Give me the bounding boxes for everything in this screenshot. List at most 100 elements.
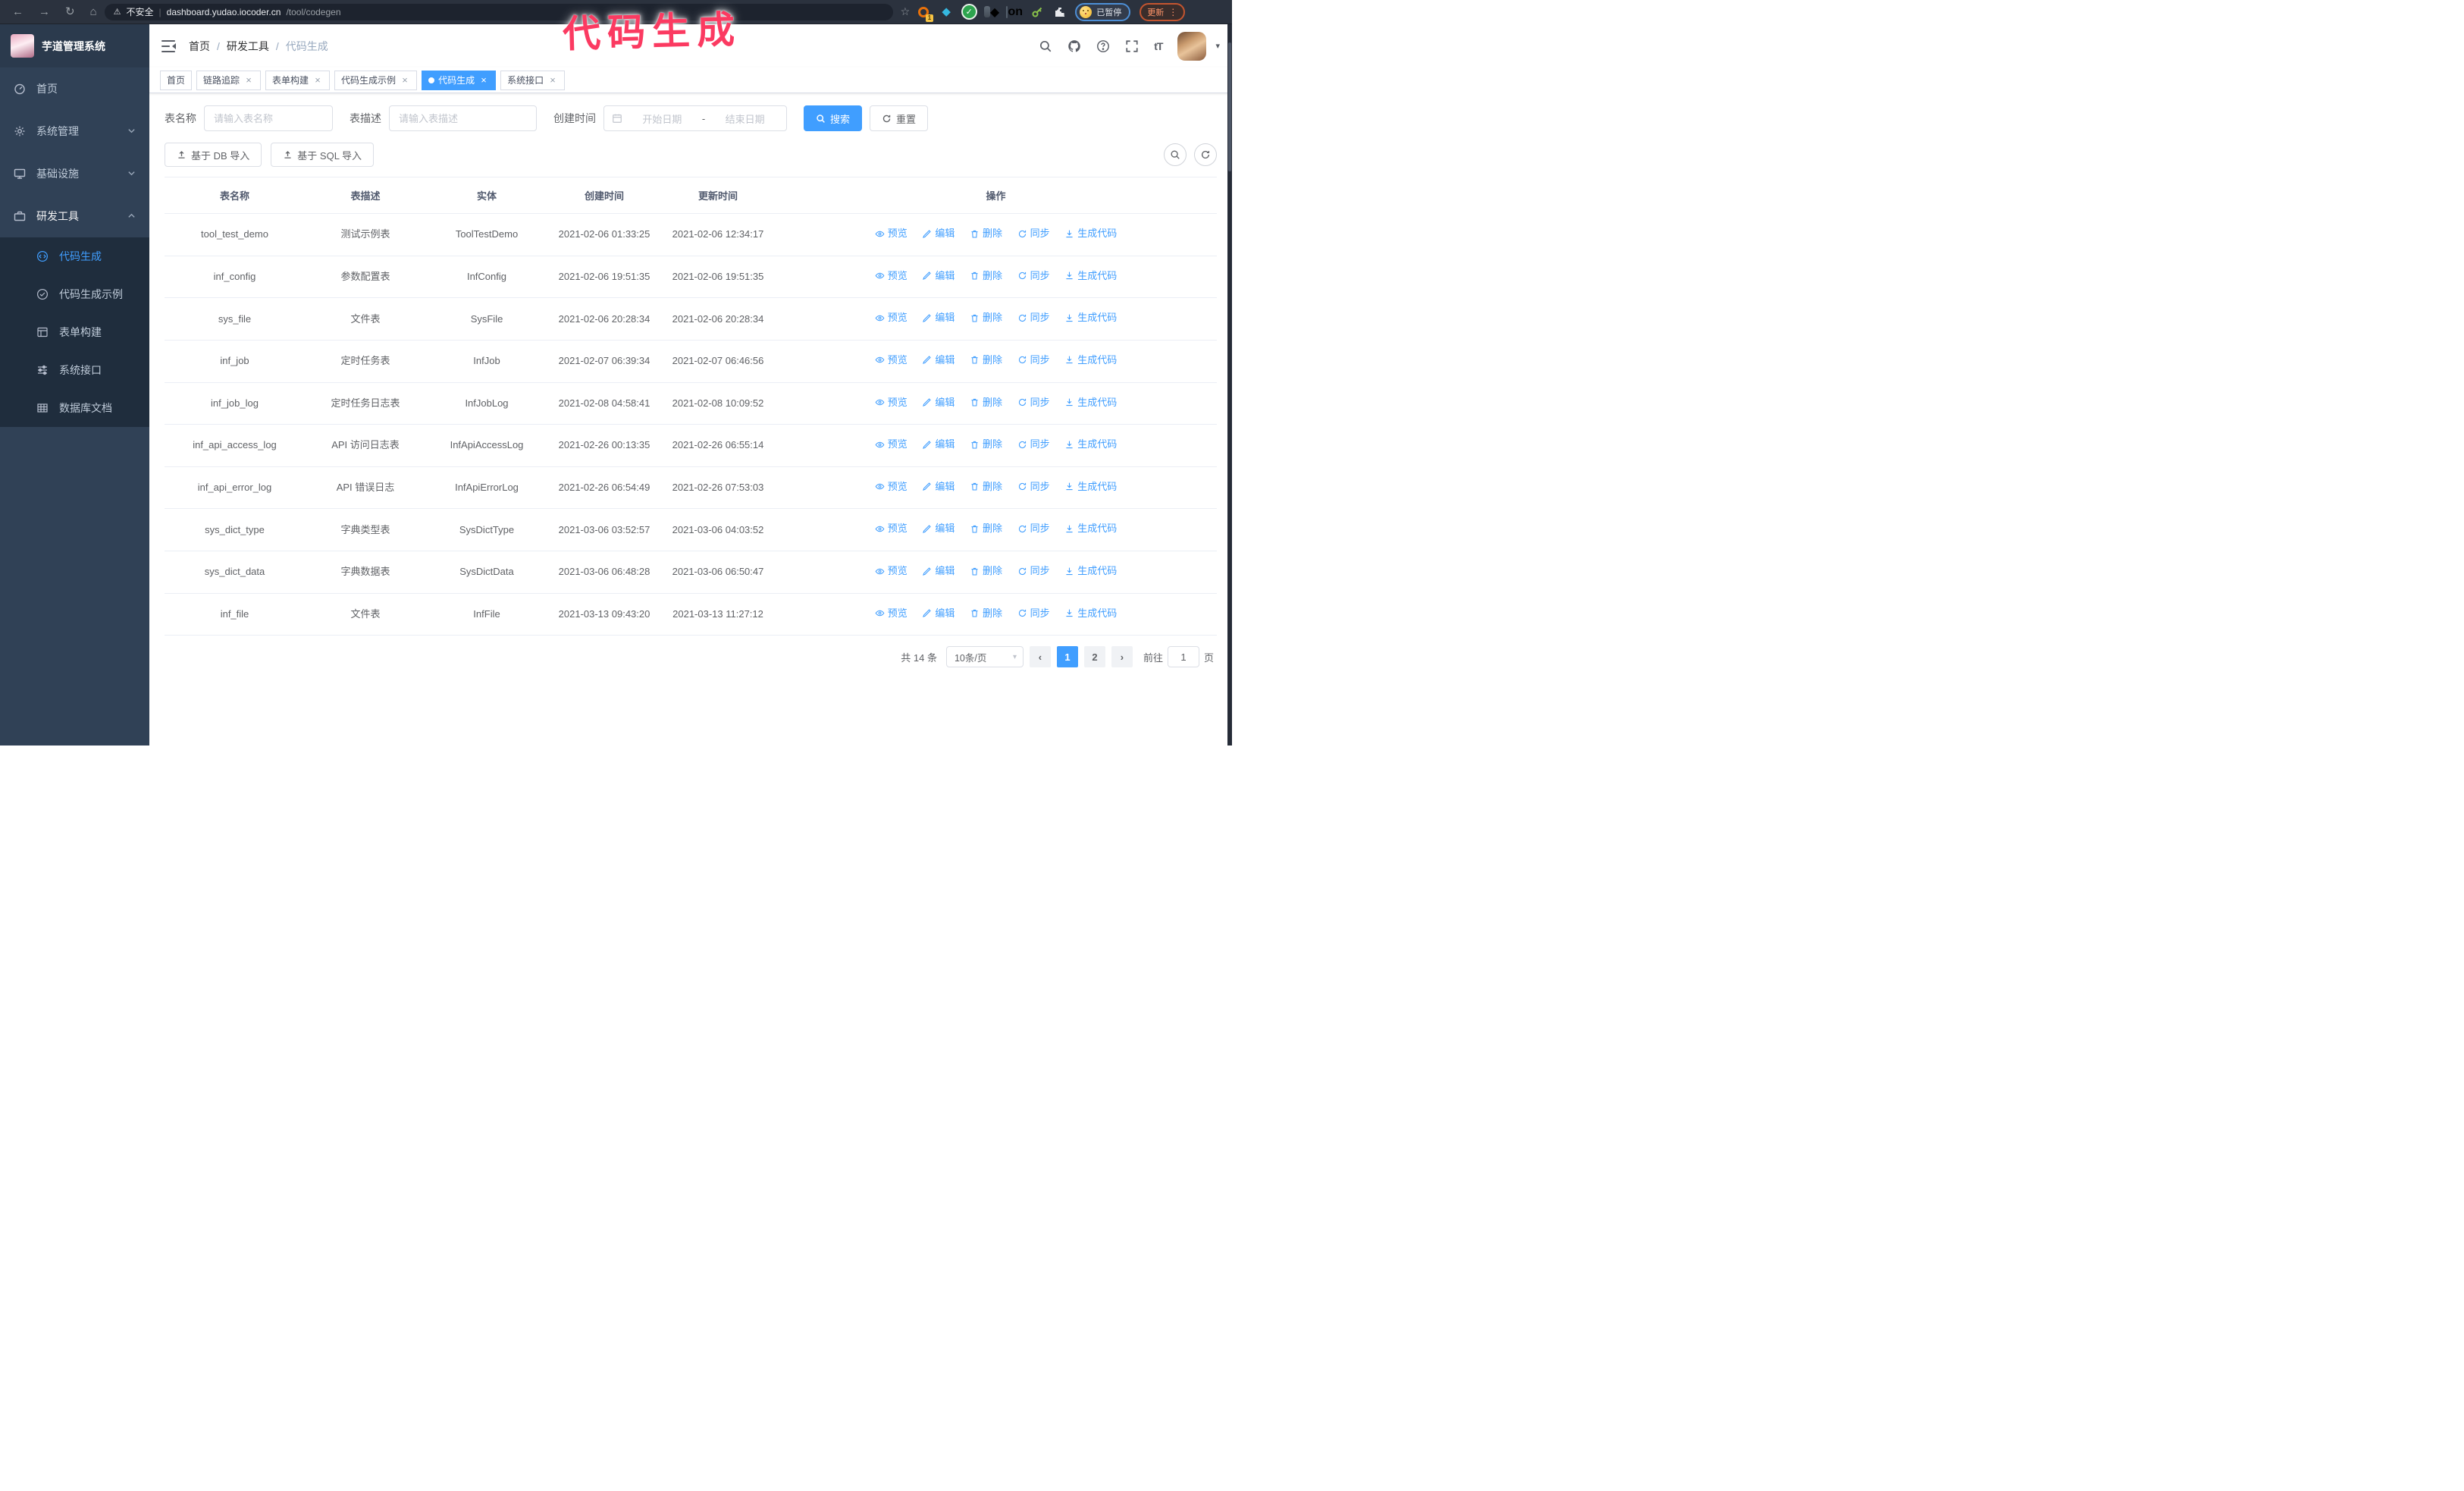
preview-link[interactable]: 预览 — [875, 352, 908, 369]
page-scrollbar[interactable] — [1227, 24, 1232, 746]
tab[interactable]: 首页 — [160, 70, 193, 90]
ext-refresh-icon[interactable]: 1 — [916, 5, 934, 22]
tab[interactable]: 表单构建 × — [265, 70, 331, 90]
browser-update-button[interactable]: 更新 ⋮ — [1140, 2, 1186, 21]
tab-close-icon[interactable]: × — [243, 75, 254, 86]
sync-link[interactable]: 同步 — [1017, 605, 1050, 622]
sidebar-item-system[interactable]: 系统管理 — [0, 110, 149, 152]
import-db-button[interactable]: 基于 DB 导入 — [165, 143, 262, 167]
generate-code-link[interactable]: 生成代码 — [1064, 563, 1117, 579]
ext-on-icon[interactable]: on — [1006, 5, 1023, 20]
help-icon[interactable] — [1096, 39, 1110, 53]
tab-close-icon[interactable]: × — [547, 75, 558, 86]
delete-link[interactable]: 删除 — [970, 520, 1002, 537]
delete-link[interactable]: 删除 — [970, 225, 1002, 242]
page-size-select[interactable]: 10条/页 ▾ — [945, 646, 1024, 668]
sidebar-item-codegen-example[interactable]: 代码生成示例 — [0, 275, 149, 313]
sidebar-item-form-builder[interactable]: 表单构建 — [0, 313, 149, 351]
address-bar[interactable]: ⚠ 不安全 | dashboard.yudao.iocoder.cn/tool/… — [104, 3, 893, 20]
sidebar-item-devtools[interactable]: 研发工具 — [0, 195, 149, 237]
sync-link[interactable]: 同步 — [1017, 479, 1050, 495]
sync-link[interactable]: 同步 — [1017, 394, 1050, 411]
preview-link[interactable]: 预览 — [875, 268, 908, 284]
preview-link[interactable]: 预览 — [875, 225, 908, 242]
sidebar-item-home[interactable]: 首页 — [0, 67, 149, 110]
prev-page-button[interactable]: ‹ — [1029, 646, 1051, 668]
edit-link[interactable]: 编辑 — [922, 605, 955, 622]
sidebar-fold-icon[interactable] — [161, 39, 177, 53]
ext-grid-icon[interactable]: ◆ — [984, 5, 999, 20]
table-desc-input[interactable] — [389, 105, 537, 131]
generate-code-link[interactable]: 生成代码 — [1064, 520, 1117, 537]
preview-link[interactable]: 预览 — [875, 309, 908, 326]
date-range-picker[interactable]: 开始日期 - 结束日期 — [603, 105, 787, 131]
generate-code-link[interactable]: 生成代码 — [1064, 309, 1117, 326]
breadcrumb-home[interactable]: 首页 — [189, 39, 210, 54]
toggle-search-button[interactable] — [1164, 143, 1187, 166]
tab-close-icon[interactable]: × — [478, 75, 489, 86]
sidebar-item-system-api[interactable]: 系统接口 — [0, 351, 149, 389]
sync-link[interactable]: 同步 — [1017, 268, 1050, 284]
delete-link[interactable]: 删除 — [970, 436, 1002, 453]
tab[interactable]: 链路追踪 × — [196, 70, 262, 90]
sync-link[interactable]: 同步 — [1017, 436, 1050, 453]
edit-link[interactable]: 编辑 — [922, 352, 955, 369]
tab[interactable]: 代码生成示例 × — [334, 70, 418, 90]
fullscreen-icon[interactable] — [1125, 39, 1139, 53]
preview-link[interactable]: 预览 — [875, 394, 908, 411]
sync-link[interactable]: 同步 — [1017, 520, 1050, 537]
avatar[interactable] — [1177, 31, 1207, 61]
avatar-caret-icon[interactable]: ▾ — [1215, 41, 1220, 51]
edit-link[interactable]: 编辑 — [922, 520, 955, 537]
edit-link[interactable]: 编辑 — [922, 479, 955, 495]
edit-link[interactable]: 编辑 — [922, 225, 955, 242]
reload-icon[interactable]: ↻ — [65, 6, 75, 17]
next-page-button[interactable]: › — [1111, 646, 1133, 668]
generate-code-link[interactable]: 生成代码 — [1064, 479, 1117, 495]
sidebar-item-db-doc[interactable]: 数据库文档 — [0, 389, 149, 427]
delete-link[interactable]: 删除 — [970, 479, 1002, 495]
font-size-icon[interactable]: tT — [1154, 40, 1163, 52]
preview-link[interactable]: 预览 — [875, 479, 908, 495]
edit-link[interactable]: 编辑 — [922, 309, 955, 326]
edit-link[interactable]: 编辑 — [922, 436, 955, 453]
preview-link[interactable]: 预览 — [875, 520, 908, 537]
sync-link[interactable]: 同步 — [1017, 563, 1050, 579]
tab-close-icon[interactable]: × — [312, 75, 323, 86]
refresh-table-button[interactable] — [1194, 143, 1217, 166]
ext-check-icon[interactable]: ✓ — [961, 5, 977, 20]
tab[interactable]: 代码生成 × — [422, 70, 497, 90]
tab-close-icon[interactable]: × — [400, 75, 410, 86]
edit-link[interactable]: 编辑 — [922, 268, 955, 284]
edit-link[interactable]: 编辑 — [922, 394, 955, 411]
edit-link[interactable]: 编辑 — [922, 563, 955, 579]
home-icon[interactable]: ⌂ — [90, 6, 97, 17]
page-button-1[interactable]: 1 — [1056, 646, 1078, 668]
delete-link[interactable]: 删除 — [970, 394, 1002, 411]
back-icon[interactable]: ← — [12, 6, 24, 17]
start-date-placeholder[interactable]: 开始日期 — [629, 111, 696, 126]
search-button[interactable]: 搜索 — [804, 105, 863, 131]
ext-gem-icon[interactable]: ◆ — [939, 5, 954, 20]
generate-code-link[interactable]: 生成代码 — [1064, 436, 1117, 453]
delete-link[interactable]: 删除 — [970, 563, 1002, 579]
reset-button[interactable]: 重置 — [870, 105, 929, 131]
forward-icon[interactable]: → — [39, 6, 50, 17]
generate-code-link[interactable]: 生成代码 — [1064, 225, 1117, 242]
generate-code-link[interactable]: 生成代码 — [1064, 394, 1117, 411]
ext-key-icon[interactable] — [1030, 5, 1045, 20]
sidebar-item-codegen[interactable]: 代码生成 — [0, 237, 149, 275]
generate-code-link[interactable]: 生成代码 — [1064, 352, 1117, 369]
scrollbar-thumb[interactable] — [1228, 42, 1231, 171]
bookmark-star-icon[interactable]: ☆ — [901, 5, 911, 18]
sync-link[interactable]: 同步 — [1017, 309, 1050, 326]
preview-link[interactable]: 预览 — [875, 605, 908, 622]
import-sql-button[interactable]: 基于 SQL 导入 — [271, 143, 375, 167]
search-icon[interactable] — [1039, 39, 1052, 53]
end-date-placeholder[interactable]: 结束日期 — [711, 111, 779, 126]
github-icon[interactable] — [1067, 39, 1081, 53]
goto-page-input[interactable] — [1167, 646, 1199, 668]
delete-link[interactable]: 删除 — [970, 268, 1002, 284]
generate-code-link[interactable]: 生成代码 — [1064, 268, 1117, 284]
page-button-2[interactable]: 2 — [1083, 646, 1105, 668]
